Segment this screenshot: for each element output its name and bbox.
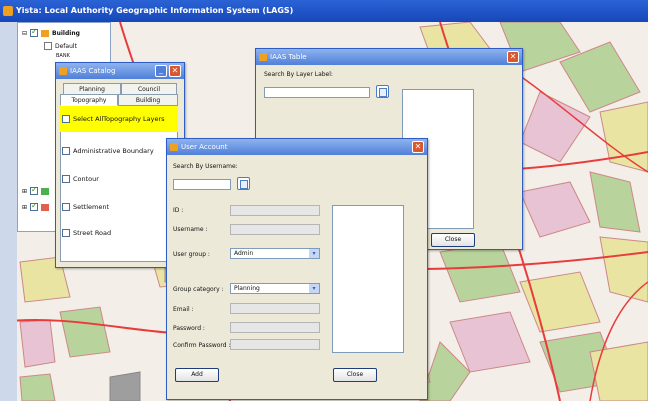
left-toolbar-strip bbox=[0, 22, 17, 401]
layer-color-icon bbox=[41, 203, 50, 211]
layer-row-extra[interactable]: ⊞ bbox=[22, 185, 50, 197]
search-icon[interactable] bbox=[376, 85, 389, 98]
table-title-bar[interactable]: IAAS Table ✕ bbox=[256, 49, 522, 65]
user-group-label: User group : bbox=[173, 251, 210, 258]
catalog-item[interactable]: Contour bbox=[62, 175, 99, 183]
layer-item-label: Default bbox=[55, 42, 77, 50]
folder-icon bbox=[41, 29, 50, 37]
confirm-password-field[interactable] bbox=[230, 339, 320, 350]
layer-group-row[interactable]: ⊟ Building bbox=[22, 27, 80, 39]
minimize-icon[interactable]: _ bbox=[155, 65, 167, 77]
user-group-select[interactable]: Admin ▾ bbox=[230, 248, 320, 259]
search-layer-label: Search By Layer Label: bbox=[264, 71, 333, 78]
id-field[interactable] bbox=[230, 205, 320, 216]
search-username-input[interactable] bbox=[173, 179, 231, 190]
catalog-title: IAAS Catalog bbox=[70, 67, 116, 75]
close-icon[interactable]: ✕ bbox=[412, 141, 424, 153]
catalog-checkbox[interactable] bbox=[62, 229, 70, 237]
search-icon[interactable] bbox=[237, 177, 250, 190]
catalog-checkbox[interactable] bbox=[62, 203, 70, 211]
close-icon[interactable]: ✕ bbox=[169, 65, 181, 77]
catalog-item[interactable]: Settlement bbox=[62, 203, 109, 211]
table-close-button[interactable]: Close bbox=[431, 233, 475, 247]
confirm-password-label: Confirm Password : bbox=[173, 342, 231, 349]
catalog-title-bar[interactable]: IAAS Catalog _ ✕ bbox=[56, 63, 184, 79]
catalog-item-label: Select AllTopography Layers bbox=[73, 115, 165, 123]
catalog-checkbox[interactable] bbox=[62, 175, 70, 183]
catalog-item-label: Administrative Boundary bbox=[73, 147, 154, 155]
layer-group-checkbox[interactable] bbox=[30, 27, 39, 37]
collapse-icon[interactable]: ⊟ bbox=[22, 30, 27, 37]
username-field[interactable] bbox=[230, 224, 320, 235]
account-close-button[interactable]: Close bbox=[333, 368, 377, 382]
catalog-item-select-all[interactable]: Select AllTopography Layers bbox=[62, 115, 165, 123]
layer-swatch-icon bbox=[44, 42, 52, 50]
app-logo-icon bbox=[3, 6, 13, 16]
account-window[interactable]: User Account ✕ Search By Username: ID : … bbox=[166, 138, 428, 400]
search-layer-input[interactable] bbox=[264, 87, 370, 98]
username-label: Username : bbox=[173, 226, 208, 233]
window-icon bbox=[259, 53, 267, 61]
email-field[interactable] bbox=[230, 303, 320, 314]
catalog-checkbox[interactable] bbox=[62, 147, 70, 155]
tab-building[interactable]: Building bbox=[118, 94, 178, 106]
layer-color-icon bbox=[41, 187, 50, 195]
layer-item-row[interactable]: BANK bbox=[56, 50, 70, 62]
account-title: User Account bbox=[181, 143, 228, 151]
search-username-label: Search By Username: bbox=[173, 163, 238, 170]
table-title: IAAS Table bbox=[270, 53, 307, 61]
password-field[interactable] bbox=[230, 322, 320, 333]
window-icon bbox=[170, 143, 178, 151]
window-icon bbox=[59, 67, 67, 75]
catalog-item-label: Street Road bbox=[73, 229, 112, 237]
account-title-bar[interactable]: User Account ✕ bbox=[167, 139, 427, 155]
user-list[interactable] bbox=[332, 205, 404, 353]
group-category-value: Planning bbox=[234, 285, 260, 292]
group-category-select[interactable]: Planning ▾ bbox=[230, 283, 320, 294]
layer-item-label: BANK bbox=[56, 53, 70, 59]
catalog-item-label: Contour bbox=[73, 175, 99, 183]
tab-topography[interactable]: Topography bbox=[60, 94, 118, 106]
layer-checkbox[interactable] bbox=[30, 185, 39, 195]
group-category-label: Group category : bbox=[173, 286, 224, 293]
layer-row-extra[interactable]: ⊞ bbox=[22, 201, 50, 213]
close-icon[interactable]: ✕ bbox=[507, 51, 519, 63]
layer-group-label: Building bbox=[52, 29, 80, 37]
catalog-item[interactable]: Administrative Boundary bbox=[62, 147, 154, 155]
layer-checkbox[interactable] bbox=[30, 201, 39, 211]
id-label: ID : bbox=[173, 207, 184, 214]
expand-icon[interactable]: ⊞ bbox=[22, 204, 27, 211]
user-group-value: Admin bbox=[234, 250, 254, 257]
catalog-item[interactable]: Street Road bbox=[62, 229, 111, 237]
catalog-checkbox[interactable] bbox=[62, 115, 70, 123]
password-label: Password : bbox=[173, 325, 205, 332]
add-button[interactable]: Add bbox=[175, 368, 219, 382]
expand-icon[interactable]: ⊞ bbox=[22, 188, 27, 195]
email-label: Email : bbox=[173, 306, 194, 313]
app-title-bar: Yista: Local Authority Geographic Inform… bbox=[0, 0, 648, 22]
chevron-down-icon[interactable]: ▾ bbox=[309, 284, 319, 293]
chevron-down-icon[interactable]: ▾ bbox=[309, 249, 319, 258]
catalog-item-label: Settlement bbox=[73, 203, 110, 211]
app-title: Yista: Local Authority Geographic Inform… bbox=[16, 6, 294, 15]
